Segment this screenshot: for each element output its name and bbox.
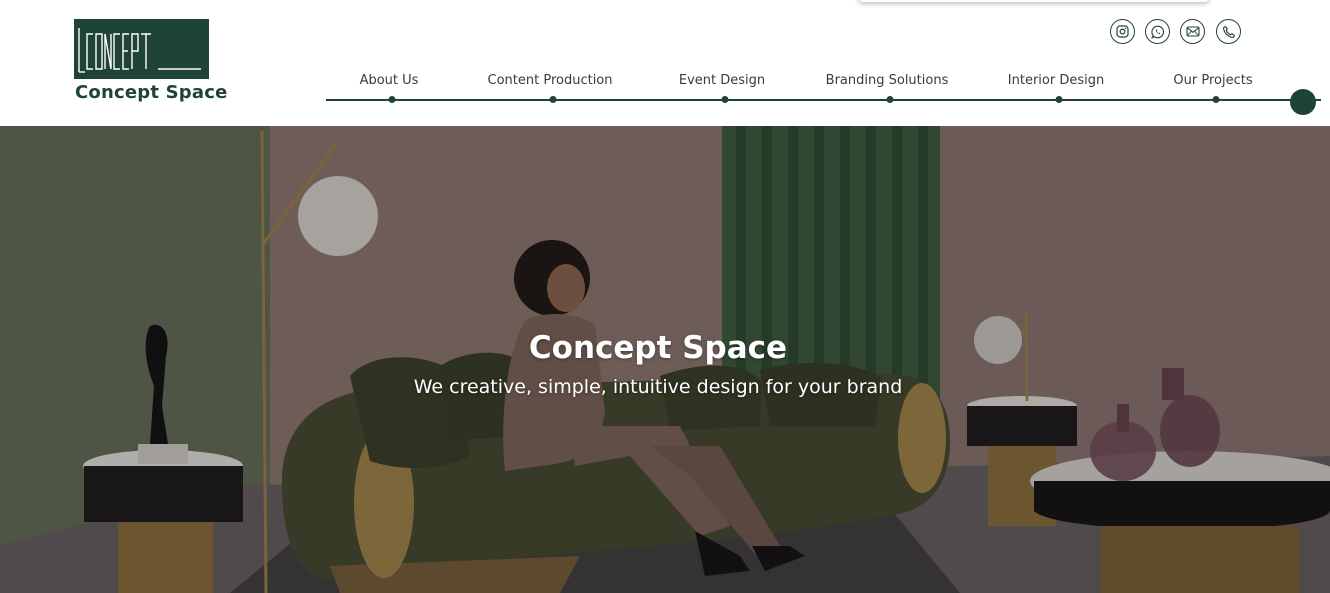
site-header: Concept Space About Us Content Productio…	[0, 0, 1330, 126]
instagram-icon[interactable]	[1110, 19, 1135, 44]
nav-timeline	[326, 99, 1321, 101]
nav-dot	[549, 96, 557, 103]
hero-title: Concept Space	[528, 330, 788, 366]
logo-mark-icon	[78, 28, 201, 73]
nav-content-production[interactable]: Content Production	[488, 73, 613, 88]
hero-subtitle: We creative, simple, intuitive design fo…	[413, 376, 903, 398]
mail-icon[interactable]	[1180, 19, 1205, 44]
phone-icon[interactable]	[1216, 19, 1241, 44]
nav-dot	[721, 96, 729, 103]
nav-our-projects[interactable]: Our Projects	[1173, 73, 1252, 88]
nav-dot	[388, 96, 396, 103]
brand-name[interactable]: Concept Space	[75, 82, 228, 103]
whatsapp-icon[interactable]	[1145, 19, 1170, 44]
hero-banner: Concept Space We creative, simple, intui…	[0, 126, 1330, 593]
nav-about-us[interactable]: About Us	[360, 73, 419, 88]
nav-interior-design[interactable]: Interior Design	[1008, 73, 1104, 88]
nav-dot	[1212, 96, 1220, 103]
nav-branding-solutions[interactable]: Branding Solutions	[826, 73, 949, 88]
dropdown-panel-edge	[858, 0, 1210, 2]
nav-end-marker	[1290, 89, 1316, 115]
logo[interactable]	[74, 19, 209, 79]
nav-dot	[1055, 96, 1063, 103]
nav-event-design[interactable]: Event Design	[679, 73, 765, 88]
nav-dot	[886, 96, 894, 103]
